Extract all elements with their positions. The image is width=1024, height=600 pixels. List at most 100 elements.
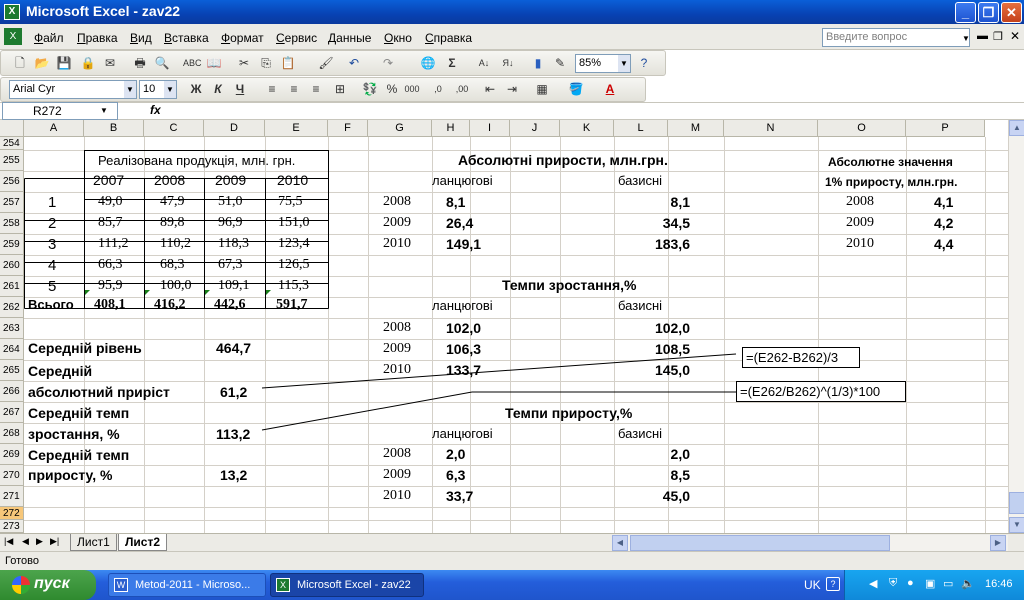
- font-color-icon[interactable]: A: [601, 80, 619, 98]
- insert-function-icon[interactable]: fx: [150, 103, 161, 117]
- first-sheet-icon[interactable]: |◀: [4, 536, 13, 547]
- menu-help[interactable]: Справка: [425, 31, 472, 45]
- next-sheet-icon[interactable]: ▶: [36, 536, 43, 547]
- spelling-icon[interactable]: ABC: [183, 54, 202, 72]
- font-select[interactable]: Arial Cyr ▼: [9, 80, 137, 99]
- menu-insert[interactable]: Вставка: [164, 31, 209, 45]
- decrease-decimal-icon[interactable]: ,00: [453, 80, 471, 98]
- minimize-button[interactable]: _: [955, 2, 976, 23]
- growth-chain-header: ланцюгові: [432, 298, 493, 313]
- thousands-icon[interactable]: 000: [403, 80, 421, 98]
- cut-icon[interactable]: ✂: [235, 54, 253, 72]
- sort-ascending-icon[interactable]: A↓: [475, 54, 493, 72]
- align-right-icon[interactable]: ≡: [307, 80, 325, 98]
- currency-icon[interactable]: 💱: [361, 80, 379, 98]
- copy-icon[interactable]: ⎘: [257, 54, 275, 72]
- sort-descending-icon[interactable]: Я↓: [499, 54, 517, 72]
- fill-color-icon[interactable]: 🪣: [567, 80, 585, 98]
- excel-app-icon[interactable]: X: [4, 4, 20, 20]
- horizontal-scrollbar[interactable]: ◀ ▶: [612, 535, 1008, 551]
- tab-sheet1[interactable]: Лист1: [70, 534, 117, 551]
- doc-restore-icon[interactable]: ❐: [993, 30, 1003, 43]
- growth-year: 2010: [383, 362, 411, 377]
- menu-data[interactable]: Данные: [328, 31, 371, 45]
- new-icon[interactable]: 🗋: [11, 54, 29, 72]
- menu-edit[interactable]: Правка: [77, 31, 118, 45]
- growth-year: 2009: [383, 341, 411, 356]
- open-icon[interactable]: 📂: [33, 54, 51, 72]
- help-icon[interactable]: ?: [635, 54, 653, 72]
- doc-close-icon[interactable]: ✕: [1010, 29, 1020, 43]
- doc-minimize-icon[interactable]: ▬: [977, 30, 988, 42]
- ask-dropdown-icon[interactable]: ▼: [962, 34, 970, 43]
- align-left-icon[interactable]: ≡: [263, 80, 281, 98]
- formula-note-growth-rate[interactable]: =(E262/B262)^(1/3)*100: [736, 381, 906, 402]
- borders-icon[interactable]: ▦: [533, 80, 551, 98]
- menu-tools[interactable]: Сервис: [276, 31, 317, 45]
- format-painter-icon[interactable]: 🖌: [317, 54, 335, 72]
- increase-year: 2009: [383, 467, 411, 482]
- increase-indent-icon[interactable]: ⇥: [503, 80, 521, 98]
- abs-growth-label-2: абсолютний приріст: [28, 384, 170, 400]
- tray-speaker-icon[interactable]: 🔈: [961, 577, 975, 590]
- worksheet-grid[interactable]: ABCDEFGHIJKLMNOP 254 255 256 257 258 259 260 26…: [0, 120, 1010, 533]
- growth-year: 2008: [383, 320, 411, 335]
- one-pct-title-1: Абсолютне значення: [828, 155, 953, 169]
- bold-icon[interactable]: Ж: [187, 80, 205, 98]
- workbook-icon[interactable]: X: [4, 28, 22, 45]
- zoom-select[interactable]: 85% ▼: [575, 54, 631, 73]
- italic-icon[interactable]: К: [209, 80, 227, 98]
- scroll-thumb[interactable]: [1009, 492, 1024, 514]
- menu-file[interactable]: Файл: [34, 31, 64, 45]
- prev-sheet-icon[interactable]: ◀: [22, 536, 29, 547]
- tray-monitor-icon[interactable]: ▭: [943, 577, 953, 590]
- abs-title: Абсолютні прирости, млн.грн.: [458, 152, 668, 168]
- permission-icon[interactable]: 🔒: [79, 54, 97, 72]
- hyperlink-icon[interactable]: 🌐: [419, 54, 437, 72]
- increase-decimal-icon[interactable]: ,0: [429, 80, 447, 98]
- ask-question-input[interactable]: Введите вопрос: [822, 28, 970, 47]
- tab-sheet2[interactable]: Лист2: [118, 534, 168, 551]
- save-icon[interactable]: 💾: [55, 54, 73, 72]
- print-preview-icon[interactable]: 🔍: [153, 54, 171, 72]
- autosum-icon[interactable]: Σ: [443, 54, 461, 72]
- scroll-right-icon[interactable]: ▶: [990, 535, 1006, 551]
- name-box-dropdown-icon[interactable]: ▼: [100, 106, 108, 115]
- vertical-scrollbar[interactable]: ▲ ▼: [1008, 120, 1024, 533]
- increase-chain-value: 2,0: [446, 446, 466, 462]
- language-indicator[interactable]: UK: [804, 578, 821, 592]
- formula-note-abs-growth[interactable]: =(E262-B262)/3: [742, 347, 860, 368]
- align-center-icon[interactable]: ≡: [285, 80, 303, 98]
- tray-back-icon[interactable]: ◀: [869, 577, 877, 590]
- hscroll-thumb[interactable]: [630, 535, 890, 551]
- menu-window[interactable]: Окно: [384, 31, 412, 45]
- drawing-icon[interactable]: ✎: [551, 54, 569, 72]
- decrease-indent-icon[interactable]: ⇤: [481, 80, 499, 98]
- merge-center-icon[interactable]: ⊞: [331, 80, 349, 98]
- increase-chain-value: 33,7: [446, 488, 474, 504]
- restore-button[interactable]: ❐: [978, 2, 999, 23]
- help-tray-icon[interactable]: ?: [826, 577, 840, 591]
- task-metod[interactable]: Metod-2011 - Microso...: [108, 573, 266, 597]
- scroll-left-icon[interactable]: ◀: [612, 535, 628, 551]
- close-button[interactable]: ✕: [1001, 2, 1022, 23]
- menu-view[interactable]: Вид: [130, 31, 152, 45]
- research-icon[interactable]: 📖: [205, 54, 223, 72]
- redo-icon[interactable]: ↷: [379, 54, 397, 72]
- underline-icon[interactable]: Ч: [231, 80, 249, 98]
- task-excel[interactable]: Microsoft Excel - zav22: [270, 573, 424, 597]
- menu-format[interactable]: Формат: [221, 31, 264, 45]
- scroll-up-icon[interactable]: ▲: [1009, 120, 1024, 136]
- chart-wizard-icon[interactable]: ▮: [529, 54, 547, 72]
- print-icon[interactable]: 🖶: [131, 54, 149, 72]
- last-sheet-icon[interactable]: ▶|: [50, 536, 59, 547]
- tray-network-icon[interactable]: ▣: [925, 577, 935, 590]
- percent-icon[interactable]: %: [383, 80, 401, 98]
- paste-icon[interactable]: 📋: [279, 54, 297, 72]
- tray-antivirus-icon[interactable]: ●: [907, 577, 914, 589]
- undo-icon[interactable]: ↶: [345, 54, 363, 72]
- font-size-select[interactable]: 10 ▼: [139, 80, 177, 99]
- tray-shield-icon[interactable]: ⛨: [889, 577, 897, 590]
- email-icon[interactable]: ✉: [101, 54, 119, 72]
- scroll-down-icon[interactable]: ▼: [1009, 517, 1024, 533]
